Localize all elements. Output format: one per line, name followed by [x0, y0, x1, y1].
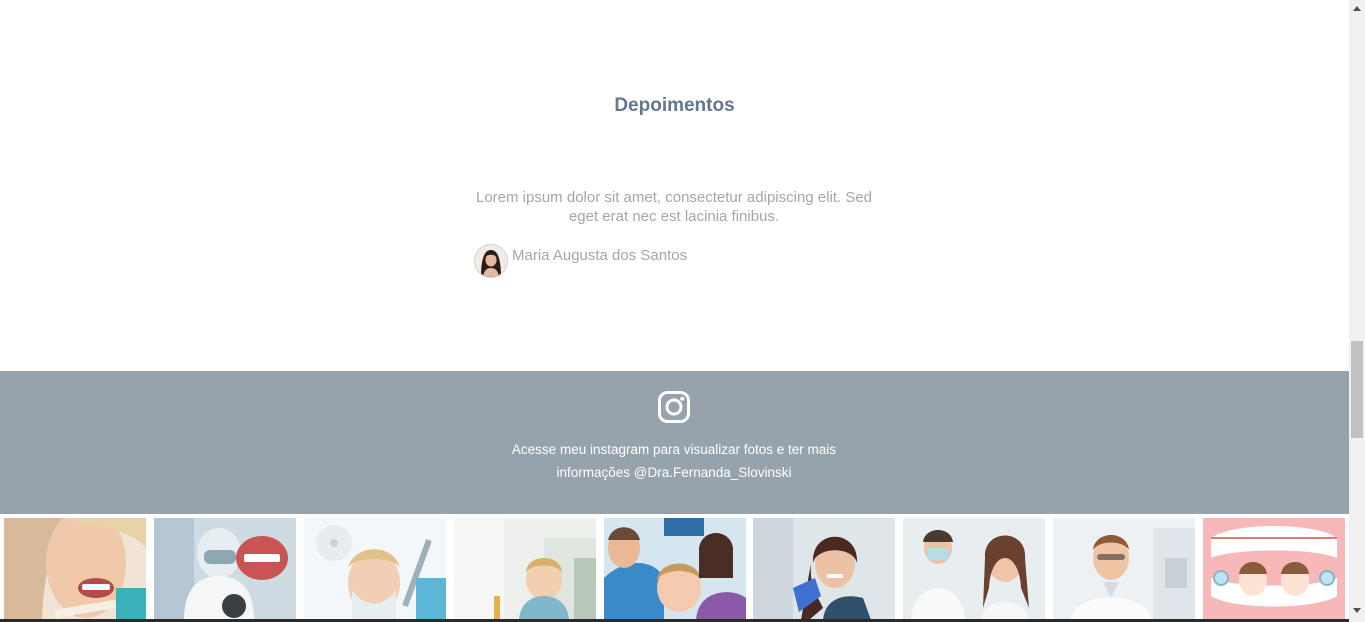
testimonial-quote: Lorem ipsum dolor sit amet, consectetur …: [475, 189, 873, 225]
page: Depoimentos Lorem ipsum dolor sit amet, …: [0, 0, 1349, 622]
instagram-photos: [0, 514, 1349, 622]
instagram-photo[interactable]: [304, 518, 446, 620]
scrollbar[interactable]: [1349, 0, 1365, 622]
instagram-photo[interactable]: [1203, 518, 1345, 620]
instagram-photo[interactable]: [454, 518, 596, 620]
scroll-down-arrow-icon[interactable]: [1349, 602, 1365, 618]
instagram-icon[interactable]: [657, 390, 691, 424]
testimonial-author: Maria Augusta dos Santos: [474, 244, 687, 278]
testimonials-section: Depoimentos Lorem ipsum dolor sit amet, …: [0, 0, 1349, 371]
instagram-photo[interactable]: [4, 518, 146, 620]
instagram-photo[interactable]: [604, 518, 746, 620]
scrollbar-thumb[interactable]: [1351, 341, 1363, 438]
section-title: Depoimentos: [614, 95, 735, 116]
instagram-photo[interactable]: [154, 518, 296, 620]
instagram-photo[interactable]: [753, 518, 895, 620]
instagram-photo[interactable]: [903, 518, 1045, 620]
instagram-photo[interactable]: [1053, 518, 1195, 620]
instagram-section: Acesse meu instagram para visualizar fot…: [0, 371, 1349, 514]
author-name: Maria Augusta dos Santos: [512, 247, 688, 264]
avatar: [474, 244, 508, 278]
instagram-text: Acesse meu instagram para visualizar fot…: [511, 442, 837, 480]
scroll-up-arrow-icon[interactable]: [1349, 0, 1365, 16]
